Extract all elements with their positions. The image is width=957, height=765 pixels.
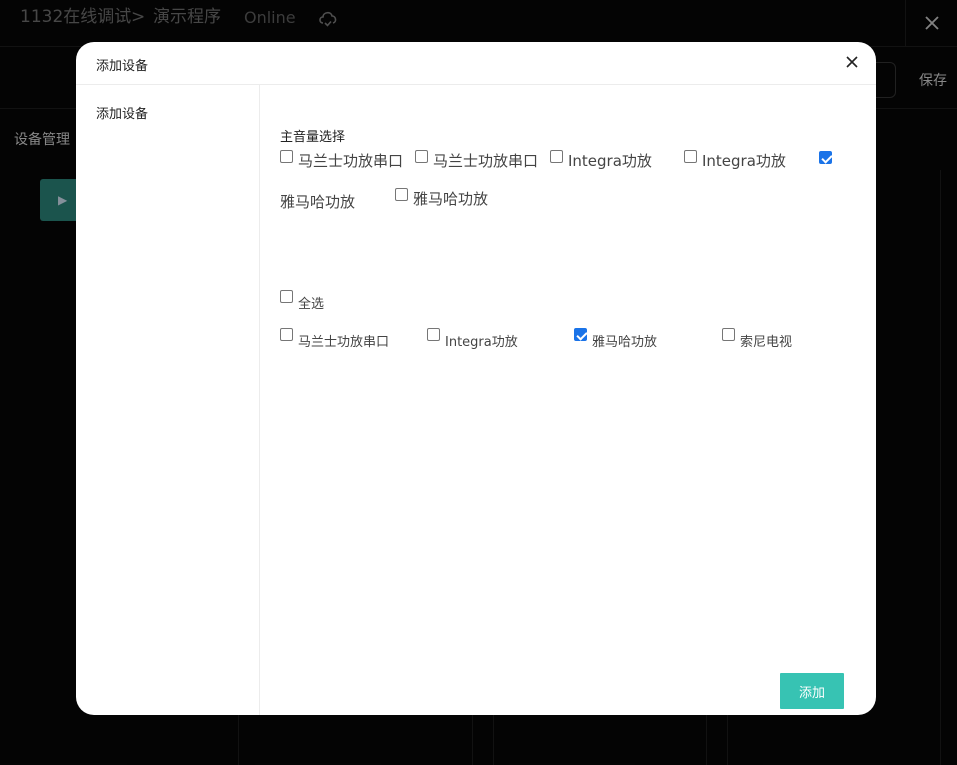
add-device-dialog: 添加设备 添加设备 主音量选择 马兰士功放串口 马兰士功放串口 Integra功… xyxy=(76,42,876,715)
checkbox[interactable] xyxy=(280,328,293,341)
checkbox[interactable] xyxy=(684,150,697,163)
checkbox[interactable] xyxy=(395,188,408,201)
checkbox[interactable] xyxy=(415,150,428,163)
master-volume-option[interactable]: Integra功放 xyxy=(550,150,652,171)
device-label: 雅马哈功放 xyxy=(592,335,658,350)
checkbox[interactable] xyxy=(819,151,832,164)
option-label: 马兰士功放串口 xyxy=(433,152,539,170)
device-label: Integra功放 xyxy=(445,335,518,350)
option-label: Integra功放 xyxy=(568,152,652,170)
dialog-header: 添加设备 xyxy=(76,42,876,85)
device-option[interactable]: 马兰士功放串口 xyxy=(280,328,389,350)
dialog-sidebar: 添加设备 xyxy=(76,85,260,715)
master-volume-option[interactable] xyxy=(819,151,837,164)
master-volume-option[interactable]: 马兰士功放串口 xyxy=(415,150,538,171)
select-all-option[interactable]: 全选 xyxy=(280,290,324,312)
checkbox[interactable] xyxy=(550,150,563,163)
checkbox[interactable] xyxy=(427,328,440,341)
master-volume-label: 主音量选择 xyxy=(280,130,346,145)
option-label: 雅马哈功放 xyxy=(280,193,356,211)
device-label: 马兰士功放串口 xyxy=(298,335,390,350)
checkbox[interactable] xyxy=(722,328,735,341)
dialog-title: 添加设备 xyxy=(96,59,149,74)
master-volume-option[interactable]: 雅马哈功放 xyxy=(395,188,488,209)
device-label: 索尼电视 xyxy=(740,335,793,350)
checkbox[interactable] xyxy=(280,290,293,303)
device-option[interactable]: 雅马哈功放 xyxy=(574,328,657,350)
select-all-label: 全选 xyxy=(298,297,325,312)
add-button[interactable]: 添加 xyxy=(780,673,844,709)
master-volume-option[interactable]: 马兰士功放串口 xyxy=(280,150,403,171)
close-icon[interactable] xyxy=(844,54,860,70)
checkbox[interactable] xyxy=(574,328,587,341)
option-label: 马兰士功放串口 xyxy=(298,152,404,170)
option-label: Integra功放 xyxy=(702,152,786,170)
sidebar-item-add-device[interactable]: 添加设备 xyxy=(96,103,148,122)
app-root: 1132在线调试 > 演示程序 Online 保存 设备管理 ▶ 添加设备 添加… xyxy=(0,0,957,765)
option-label: 雅马哈功放 xyxy=(413,190,489,208)
master-volume-option[interactable]: Integra功放 xyxy=(684,150,786,171)
dialog-body: 主音量选择 马兰士功放串口 马兰士功放串口 Integra功放 Integra功… xyxy=(260,85,876,715)
device-option[interactable]: Integra功放 xyxy=(427,328,518,350)
device-option[interactable]: 索尼电视 xyxy=(722,328,792,350)
checkbox[interactable] xyxy=(280,150,293,163)
